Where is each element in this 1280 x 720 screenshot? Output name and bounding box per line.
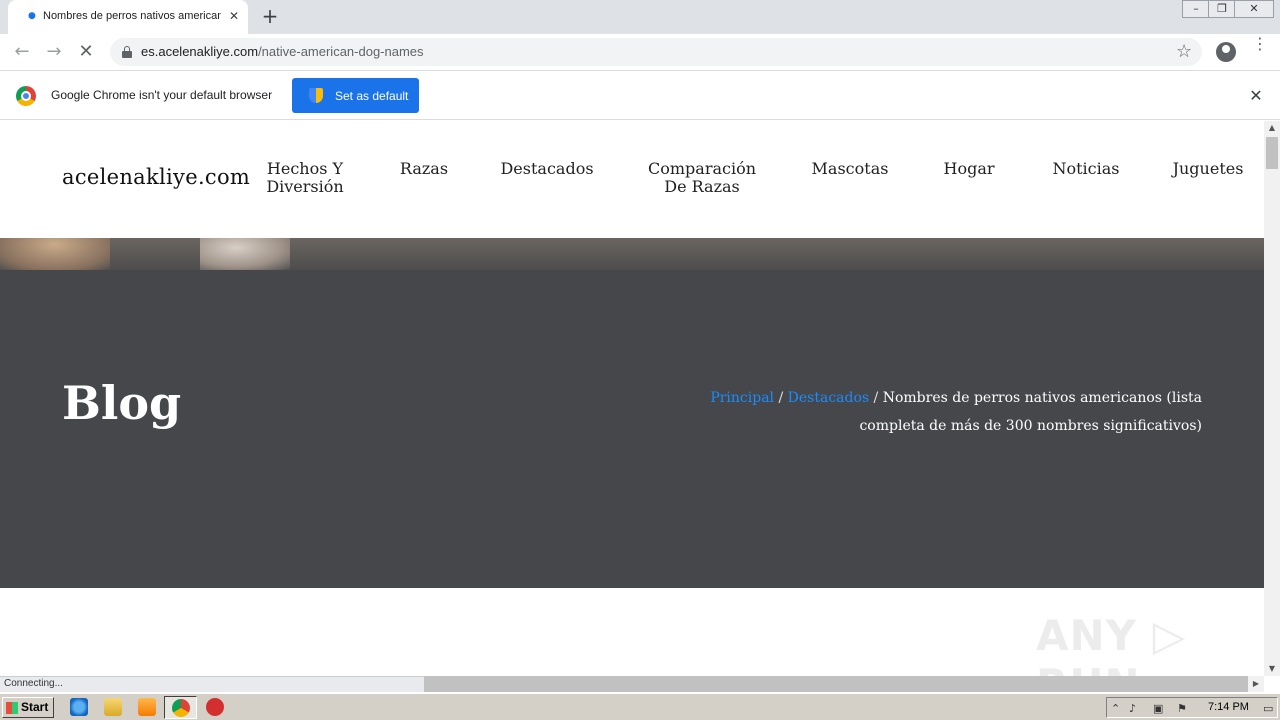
scroll-down-arrow-icon[interactable]: ▼ [1264,662,1280,676]
url-domain: es.acelenakliye.com [141,44,259,59]
vertical-scrollbar[interactable]: ▲ ▼ [1264,121,1280,676]
show-desktop-icon[interactable]: ▭ [1263,702,1273,715]
set-as-default-button[interactable]: Set as default [292,78,419,113]
clock[interactable]: 7:14 PM [1208,701,1249,713]
nav-label: Hechos Y Diversión [266,159,344,196]
scroll-up-arrow-icon[interactable]: ▲ [1264,121,1280,135]
nav-destacados[interactable]: Destacados [500,160,594,178]
dog-fur-image [0,238,110,270]
nav-label: Mascotas [811,159,889,178]
set-as-default-label: Set as default [335,89,409,103]
address-bar[interactable]: es.acelenakliye.com/native-american-dog-… [110,38,1202,66]
tab-title: Nombres de perros nativos americanos [43,10,221,22]
profile-avatar-icon[interactable] [1216,42,1236,62]
scrollbar-thumb[interactable] [1266,137,1278,169]
web-page: acelenakliye.com Hechos Y Diversión Raza… [0,121,1264,676]
breadcrumb-separator: / [869,390,883,406]
media-player-icon[interactable] [138,698,156,716]
horizontal-scrollbar[interactable] [424,676,1264,692]
tab-close-icon[interactable]: ✕ [226,8,242,24]
windows-taskbar: Start ⌃ ♪ ▣ ⚑ ▭ 7:14 PM [0,693,1280,720]
browser-tab[interactable]: ● Nombres de perros nativos americanos ✕ [8,0,248,34]
breadcrumb-home-link[interactable]: Principal [710,390,774,406]
chrome-taskbar-button[interactable] [164,696,197,719]
nav-label: Razas [399,159,449,178]
breadcrumb: Principal / Destacados / Nombres de perr… [700,384,1202,440]
dog-paw-image [200,238,290,270]
network-icon[interactable]: ▣ [1153,702,1163,715]
stop-loading-button[interactable]: ✕ [74,40,98,64]
close-window-button[interactable]: ✕ [1234,0,1274,18]
url-path: /native-american-dog-names [258,44,424,59]
lock-icon[interactable] [122,46,132,58]
nav-label: Noticias [1052,159,1120,178]
action-center-flag-icon[interactable]: ⚑ [1177,702,1187,715]
restore-button[interactable]: ❐ [1208,0,1236,18]
infobar-close-icon[interactable]: ✕ [1246,86,1266,106]
nav-label: Juguetes [1172,159,1244,178]
chrome-logo-icon [16,86,36,106]
scroll-right-arrow-icon[interactable]: ▶ [1248,676,1264,692]
start-label: Start [21,700,49,714]
url-text[interactable]: es.acelenakliye.com/native-american-dog-… [141,44,424,59]
show-hidden-icons-icon[interactable]: ⌃ [1111,702,1120,715]
tab-strip: ● Nombres de perros nativos americanos ✕… [0,0,1280,34]
chrome-menu-icon[interactable]: ⋮ [1252,36,1268,52]
nav-mascotas[interactable]: Mascotas [810,160,890,178]
page-title: Blog [62,376,182,430]
new-tab-button[interactable]: + [259,6,281,28]
hero-background-image [0,238,1264,270]
forward-button[interactable]: → [42,40,66,64]
nav-label: Destacados [500,159,594,178]
nav-label: Hogar [943,159,995,178]
file-explorer-icon[interactable] [104,698,122,716]
anyrun-watermark: ANY ▷ RUN [1036,611,1186,676]
opera-icon[interactable] [206,698,224,716]
breadcrumb-current: Nombres de perros nativos americanos (li… [859,390,1202,434]
nav-noticias[interactable]: Noticias [1050,160,1122,178]
loading-icon: ● [28,11,36,21]
hero-banner: Blog Principal / Destacados / Nombres de… [0,238,1264,588]
nav-hogar[interactable]: Hogar [938,160,1000,178]
uac-shield-icon [309,88,323,103]
nav-label: Comparación De Razas [647,159,757,196]
site-logo[interactable]: acelenakliye.com [62,165,250,189]
nav-hechos-y-diversion[interactable]: Hechos Y Diversión [266,160,344,196]
start-button[interactable]: Start [2,697,54,718]
volume-icon[interactable]: ♪ [1129,702,1136,715]
browser-toolbar: ← → ✕ es.acelenakliye.com/native-america… [0,34,1280,71]
chrome-icon [172,699,190,717]
back-button[interactable]: ← [10,40,34,64]
status-bubble: Connecting... [0,676,424,692]
windows-flag-icon [6,702,18,714]
nav-juguetes[interactable]: Juguetes [1168,160,1248,178]
internet-explorer-icon[interactable] [70,698,88,716]
bookmark-star-icon[interactable]: ☆ [1176,41,1192,62]
site-header: acelenakliye.com Hechos Y Diversión Raza… [0,121,1264,238]
nav-comparacion-de-razas[interactable]: Comparación De Razas [646,160,758,196]
default-browser-infobar: Google Chrome isn't your default browser… [0,72,1280,120]
screen: ● Nombres de perros nativos americanos ✕… [0,0,1280,720]
breadcrumb-category-link[interactable]: Destacados [788,390,869,406]
breadcrumb-separator: / [774,390,788,406]
system-tray: ⌃ ♪ ▣ ⚑ ▭ [1106,697,1278,718]
nav-razas[interactable]: Razas [396,160,452,178]
minimize-button[interactable]: – [1182,0,1210,18]
infobar-message: Google Chrome isn't your default browser [51,88,273,102]
